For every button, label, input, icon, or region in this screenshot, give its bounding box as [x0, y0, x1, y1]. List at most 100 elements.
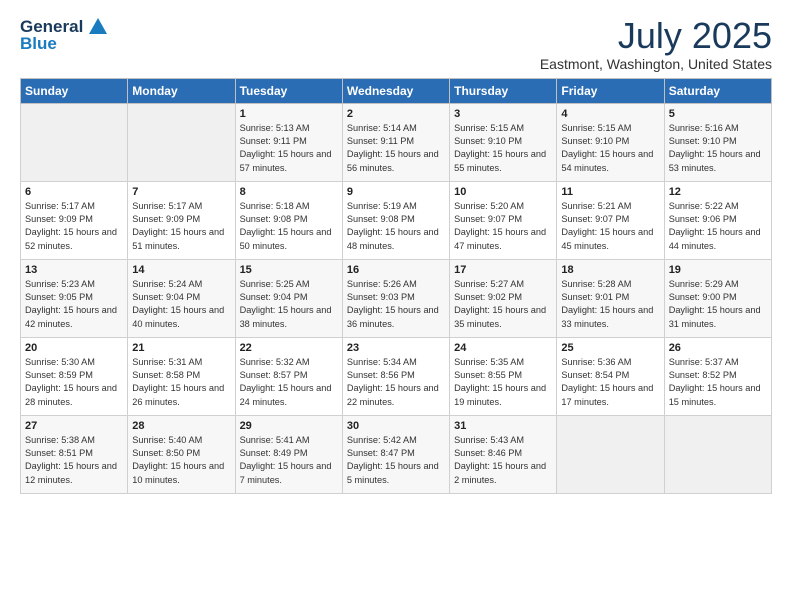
- day-number-3-0: 20: [25, 342, 123, 354]
- day-number-2-0: 13: [25, 264, 123, 276]
- cell-text-1-1: Sunrise: 5:17 AM Sunset: 9:09 PM Dayligh…: [132, 200, 230, 253]
- cell-2-6: 19Sunrise: 5:29 AM Sunset: 9:00 PM Dayli…: [664, 259, 771, 337]
- logo: General Blue: [20, 16, 109, 54]
- day-number-4-3: 30: [347, 420, 445, 432]
- cell-3-2: 22 Sunrise: 5:32 AM Sunset: 8:57 PM Dayli…: [235, 337, 342, 415]
- cell-0-2: 1Sunrise: 5:13 AM Sunset: 9:11 PM Daylig…: [235, 103, 342, 181]
- day-number-1-1: 7: [132, 186, 230, 198]
- cell-0-6: 5 Sunrise: 5:16 AM Sunset: 9:10 PM Daylig…: [664, 103, 771, 181]
- cell-text-1-0: Sunrise: 5:17 AM Sunset: 9:09 PM Dayligh…: [25, 200, 123, 253]
- day-number-0-6: 5: [669, 108, 767, 120]
- day-number-3-4: 24: [454, 342, 552, 354]
- cell-text-4-3: Sunrise: 5:42 AM Sunset: 8:47 PM Dayligh…: [347, 434, 445, 487]
- day-number-4-0: 27: [25, 420, 123, 432]
- cell-text-3-4: Sunrise: 5:35 AM Sunset: 8:55 PM Dayligh…: [454, 356, 552, 409]
- cell-1-0: 6 Sunrise: 5:17 AM Sunset: 9:09 PM Daylig…: [21, 181, 128, 259]
- cell-text-3-5: Sunrise: 5:36 AM Sunset: 8:54 PM Dayligh…: [561, 356, 659, 409]
- col-friday: Friday: [557, 78, 664, 103]
- day-number-3-5: 25: [561, 342, 659, 354]
- col-wednesday: Wednesday: [342, 78, 449, 103]
- cell-4-2: 29Sunrise: 5:41 AM Sunset: 8:49 PM Dayli…: [235, 415, 342, 493]
- week-row-3: 20 Sunrise: 5:30 AM Sunset: 8:59 PM Dayli…: [21, 337, 772, 415]
- cell-4-6: [664, 415, 771, 493]
- cell-0-4: 3 Sunrise: 5:15 AM Sunset: 9:10 PM Daylig…: [450, 103, 557, 181]
- cell-3-0: 20 Sunrise: 5:30 AM Sunset: 8:59 PM Dayli…: [21, 337, 128, 415]
- day-number-3-6: 26: [669, 342, 767, 354]
- day-number-3-2: 22: [240, 342, 338, 354]
- cell-2-2: 15Sunrise: 5:25 AM Sunset: 9:04 PM Dayli…: [235, 259, 342, 337]
- cell-3-6: 26Sunrise: 5:37 AM Sunset: 8:52 PM Dayli…: [664, 337, 771, 415]
- cell-text-1-6: Sunrise: 5:22 AM Sunset: 9:06 PM Dayligh…: [669, 200, 767, 253]
- day-number-4-1: 28: [132, 420, 230, 432]
- cell-text-1-4: Sunrise: 5:20 AM Sunset: 9:07 PM Dayligh…: [454, 200, 552, 253]
- location: Eastmont, Washington, United States: [540, 56, 772, 72]
- day-number-0-3: 2: [347, 108, 445, 120]
- header: General Blue July 2025 Eastmont, Washing…: [20, 16, 772, 72]
- cell-4-0: 27 Sunrise: 5:38 AM Sunset: 8:51 PM Dayli…: [21, 415, 128, 493]
- cell-4-3: 30 Sunrise: 5:42 AM Sunset: 8:47 PM Dayli…: [342, 415, 449, 493]
- cell-1-6: 12 Sunrise: 5:22 AM Sunset: 9:06 PM Dayli…: [664, 181, 771, 259]
- cell-text-0-2: Sunrise: 5:13 AM Sunset: 9:11 PM Dayligh…: [240, 122, 338, 175]
- cell-text-0-3: Sunrise: 5:14 AM Sunset: 9:11 PM Dayligh…: [347, 122, 445, 175]
- cell-text-2-2: Sunrise: 5:25 AM Sunset: 9:04 PM Dayligh…: [240, 278, 338, 331]
- day-number-4-4: 31: [454, 420, 552, 432]
- col-saturday: Saturday: [664, 78, 771, 103]
- cell-text-4-1: Sunrise: 5:40 AM Sunset: 8:50 PM Dayligh…: [132, 434, 230, 487]
- cell-1-3: 9 Sunrise: 5:19 AM Sunset: 9:08 PM Daylig…: [342, 181, 449, 259]
- cell-2-4: 17 Sunrise: 5:27 AM Sunset: 9:02 PM Dayli…: [450, 259, 557, 337]
- cell-0-5: 4Sunrise: 5:15 AM Sunset: 9:10 PM Daylig…: [557, 103, 664, 181]
- day-number-1-3: 9: [347, 186, 445, 198]
- cell-text-1-5: Sunrise: 5:21 AM Sunset: 9:07 PM Dayligh…: [561, 200, 659, 253]
- cell-3-3: 23 Sunrise: 5:34 AM Sunset: 8:56 PM Dayli…: [342, 337, 449, 415]
- day-number-0-4: 3: [454, 108, 552, 120]
- day-number-2-5: 18: [561, 264, 659, 276]
- cell-2-1: 14Sunrise: 5:24 AM Sunset: 9:04 PM Dayli…: [128, 259, 235, 337]
- col-thursday: Thursday: [450, 78, 557, 103]
- cell-text-1-3: Sunrise: 5:19 AM Sunset: 9:08 PM Dayligh…: [347, 200, 445, 253]
- cell-2-0: 13 Sunrise: 5:23 AM Sunset: 9:05 PM Dayli…: [21, 259, 128, 337]
- day-number-1-2: 8: [240, 186, 338, 198]
- day-number-1-4: 10: [454, 186, 552, 198]
- day-number-2-1: 14: [132, 264, 230, 276]
- month-title: July 2025: [540, 16, 772, 56]
- cell-4-4: 31 Sunrise: 5:43 AM Sunset: 8:46 PM Dayli…: [450, 415, 557, 493]
- cell-text-3-3: Sunrise: 5:34 AM Sunset: 8:56 PM Dayligh…: [347, 356, 445, 409]
- logo-blue-text: Blue: [20, 34, 57, 54]
- cell-text-0-6: Sunrise: 5:16 AM Sunset: 9:10 PM Dayligh…: [669, 122, 767, 175]
- week-row-1: 6 Sunrise: 5:17 AM Sunset: 9:09 PM Daylig…: [21, 181, 772, 259]
- cell-text-4-4: Sunrise: 5:43 AM Sunset: 8:46 PM Dayligh…: [454, 434, 552, 487]
- week-row-2: 13 Sunrise: 5:23 AM Sunset: 9:05 PM Dayli…: [21, 259, 772, 337]
- day-number-1-5: 11: [561, 186, 659, 198]
- cell-text-0-4: Sunrise: 5:15 AM Sunset: 9:10 PM Dayligh…: [454, 122, 552, 175]
- cell-text-2-0: Sunrise: 5:23 AM Sunset: 9:05 PM Dayligh…: [25, 278, 123, 331]
- cell-0-1: [128, 103, 235, 181]
- cell-3-5: 25 Sunrise: 5:36 AM Sunset: 8:54 PM Dayli…: [557, 337, 664, 415]
- cell-text-3-1: Sunrise: 5:31 AM Sunset: 8:58 PM Dayligh…: [132, 356, 230, 409]
- day-number-1-0: 6: [25, 186, 123, 198]
- day-number-0-5: 4: [561, 108, 659, 120]
- day-number-4-2: 29: [240, 420, 338, 432]
- cell-2-3: 16 Sunrise: 5:26 AM Sunset: 9:03 PM Dayli…: [342, 259, 449, 337]
- cell-text-3-2: Sunrise: 5:32 AM Sunset: 8:57 PM Dayligh…: [240, 356, 338, 409]
- cell-3-4: 24 Sunrise: 5:35 AM Sunset: 8:55 PM Dayli…: [450, 337, 557, 415]
- cell-text-3-0: Sunrise: 5:30 AM Sunset: 8:59 PM Dayligh…: [25, 356, 123, 409]
- cell-0-3: 2 Sunrise: 5:14 AM Sunset: 9:11 PM Daylig…: [342, 103, 449, 181]
- cell-text-4-0: Sunrise: 5:38 AM Sunset: 8:51 PM Dayligh…: [25, 434, 123, 487]
- cell-1-4: 10 Sunrise: 5:20 AM Sunset: 9:07 PM Dayli…: [450, 181, 557, 259]
- cell-1-5: 11 Sunrise: 5:21 AM Sunset: 9:07 PM Dayli…: [557, 181, 664, 259]
- calendar-table: Sunday Monday Tuesday Wednesday Thursday…: [20, 78, 772, 494]
- day-number-2-4: 17: [454, 264, 552, 276]
- cell-text-2-3: Sunrise: 5:26 AM Sunset: 9:03 PM Dayligh…: [347, 278, 445, 331]
- day-number-2-3: 16: [347, 264, 445, 276]
- cell-4-5: [557, 415, 664, 493]
- day-number-1-6: 12: [669, 186, 767, 198]
- day-number-3-3: 23: [347, 342, 445, 354]
- main-container: General Blue July 2025 Eastmont, Washing…: [0, 0, 792, 504]
- cell-text-1-2: Sunrise: 5:18 AM Sunset: 9:08 PM Dayligh…: [240, 200, 338, 253]
- cell-4-1: 28 Sunrise: 5:40 AM Sunset: 8:50 PM Dayli…: [128, 415, 235, 493]
- col-tuesday: Tuesday: [235, 78, 342, 103]
- cell-text-2-4: Sunrise: 5:27 AM Sunset: 9:02 PM Dayligh…: [454, 278, 552, 331]
- cell-text-2-6: Sunrise: 5:29 AM Sunset: 9:00 PM Dayligh…: [669, 278, 767, 331]
- col-monday: Monday: [128, 78, 235, 103]
- title-block: July 2025 Eastmont, Washington, United S…: [540, 16, 772, 72]
